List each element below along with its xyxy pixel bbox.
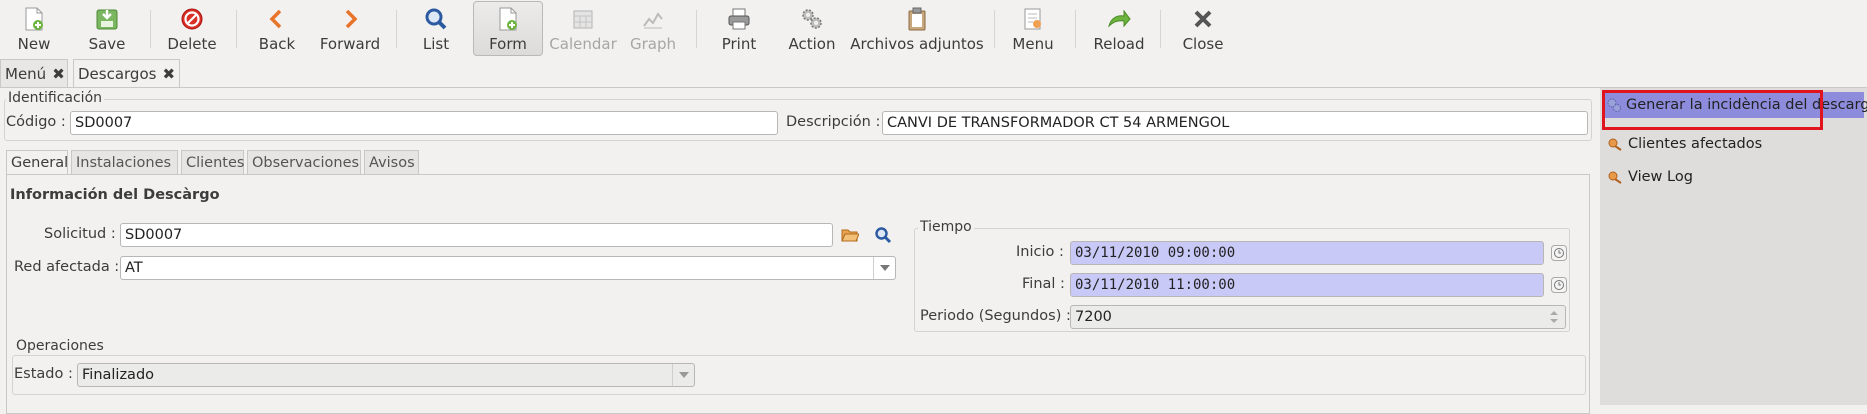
folder-open-icon[interactable] bbox=[839, 224, 861, 246]
toolbar: New Save Delete Back Forward List Form C… bbox=[0, 0, 1867, 58]
inicio-label: Inicio : bbox=[1016, 244, 1064, 260]
menu-hand-icon bbox=[1020, 6, 1046, 32]
toolbar-separator bbox=[696, 10, 697, 48]
form-button[interactable]: Form bbox=[473, 1, 543, 56]
final-field[interactable]: 03/11/2010 11:00:00 bbox=[1070, 273, 1544, 297]
search-icon bbox=[423, 6, 449, 32]
save-icon bbox=[94, 6, 120, 32]
graph-icon bbox=[640, 6, 666, 32]
red-afectada-select[interactable]: AT bbox=[120, 256, 896, 280]
toolbar-separator bbox=[236, 10, 237, 48]
estado-value: Finalizado bbox=[82, 367, 155, 383]
printer-icon bbox=[726, 6, 752, 32]
side-item-view-log[interactable]: View Log bbox=[1606, 164, 1693, 190]
delete-icon bbox=[179, 6, 205, 32]
print-button[interactable]: Print bbox=[714, 2, 764, 56]
close-icon bbox=[1190, 6, 1216, 32]
toolbar-separator bbox=[994, 10, 995, 48]
estado-select[interactable]: Finalizado bbox=[77, 363, 695, 387]
new-button[interactable]: New bbox=[6, 2, 62, 56]
chevron-down-icon bbox=[873, 257, 895, 279]
list-button[interactable]: List bbox=[412, 2, 460, 56]
tab-clientes[interactable]: Clientes bbox=[181, 150, 244, 174]
tab-general[interactable]: General bbox=[6, 150, 68, 175]
side-panel: Generar la incidència del descargo Clien… bbox=[1600, 88, 1867, 405]
highlight-box bbox=[1602, 90, 1823, 130]
attachments-button[interactable]: Archivos adjuntos bbox=[850, 2, 984, 56]
operaciones-title: Operaciones bbox=[14, 338, 106, 354]
arrow-left-icon bbox=[264, 6, 290, 32]
gear-arrow-icon bbox=[1606, 135, 1624, 153]
periodo-value: 7200 bbox=[1075, 309, 1112, 325]
menu-button[interactable]: Menu bbox=[1010, 2, 1056, 56]
close-tab-icon[interactable]: ✖ bbox=[52, 65, 65, 83]
calendar-button[interactable]: Calendar bbox=[549, 2, 617, 56]
clock-icon[interactable] bbox=[1548, 274, 1570, 296]
estado-label: Estado : bbox=[14, 366, 73, 382]
gear-arrow-icon bbox=[1606, 168, 1624, 186]
tab-descargos[interactable]: Descargos ✖ bbox=[73, 59, 180, 88]
red-afectada-label: Red afectada : bbox=[14, 259, 120, 275]
toolbar-separator bbox=[1160, 10, 1161, 48]
section-title: Información del Descàrgo bbox=[10, 187, 220, 203]
red-afectada-value: AT bbox=[125, 260, 143, 276]
solicitud-field[interactable]: SD0007 bbox=[120, 223, 833, 247]
descripcion-field[interactable]: CANVI DE TRANSFORMADOR CT 54 ARMENGOL bbox=[882, 111, 1588, 135]
clipboard-icon bbox=[904, 6, 930, 32]
graph-button[interactable]: Graph bbox=[630, 2, 676, 56]
action-button[interactable]: Action bbox=[784, 2, 840, 56]
toolbar-separator bbox=[150, 10, 151, 48]
search-icon[interactable] bbox=[872, 224, 894, 246]
tab-observaciones[interactable]: Observaciones bbox=[247, 150, 361, 174]
periodo-label: Periodo (Segundos) : bbox=[920, 308, 1071, 324]
final-label: Final : bbox=[1022, 276, 1065, 292]
delete-button[interactable]: Delete bbox=[164, 2, 220, 56]
save-button[interactable]: Save bbox=[78, 2, 136, 56]
solicitud-label: Solicitud : bbox=[44, 226, 116, 242]
inicio-field[interactable]: 03/11/2010 09:00:00 bbox=[1070, 241, 1544, 265]
chevron-down-icon bbox=[672, 364, 694, 386]
reload-button[interactable]: Reload bbox=[1092, 2, 1146, 56]
spinner-arrows-icon bbox=[1543, 306, 1565, 328]
arrow-right-icon bbox=[337, 6, 363, 32]
side-item-clientes-afectados[interactable]: Clientes afectados bbox=[1606, 131, 1762, 157]
close-button[interactable]: Close bbox=[1180, 2, 1226, 56]
new-document-icon bbox=[21, 6, 47, 32]
periodo-spinner[interactable]: 7200 bbox=[1070, 305, 1566, 329]
close-tab-icon[interactable]: ✖ bbox=[162, 65, 175, 83]
tab-divider bbox=[0, 87, 1867, 88]
tab-menu[interactable]: Menú ✖ bbox=[0, 59, 68, 87]
gears-icon bbox=[799, 6, 825, 32]
document-tabs: Menú ✖ Descargos ✖ bbox=[0, 59, 1867, 88]
toolbar-separator bbox=[1075, 10, 1076, 48]
tab-avisos[interactable]: Avisos bbox=[364, 150, 419, 174]
codigo-label: Código : bbox=[6, 114, 66, 130]
clock-icon[interactable] bbox=[1548, 242, 1570, 264]
back-button[interactable]: Back bbox=[252, 2, 302, 56]
codigo-field[interactable]: SD0007 bbox=[70, 111, 778, 135]
reload-arrow-icon bbox=[1106, 6, 1132, 32]
tab-instalaciones[interactable]: Instalaciones bbox=[71, 150, 178, 174]
tiempo-title: Tiempo bbox=[918, 219, 974, 235]
identificacion-title: Identificación bbox=[6, 90, 105, 106]
toolbar-separator bbox=[396, 10, 397, 48]
form-document-icon bbox=[495, 6, 521, 32]
descripcion-label: Descripción : bbox=[786, 114, 881, 130]
calendar-icon bbox=[570, 6, 596, 32]
forward-button[interactable]: Forward bbox=[318, 2, 382, 56]
